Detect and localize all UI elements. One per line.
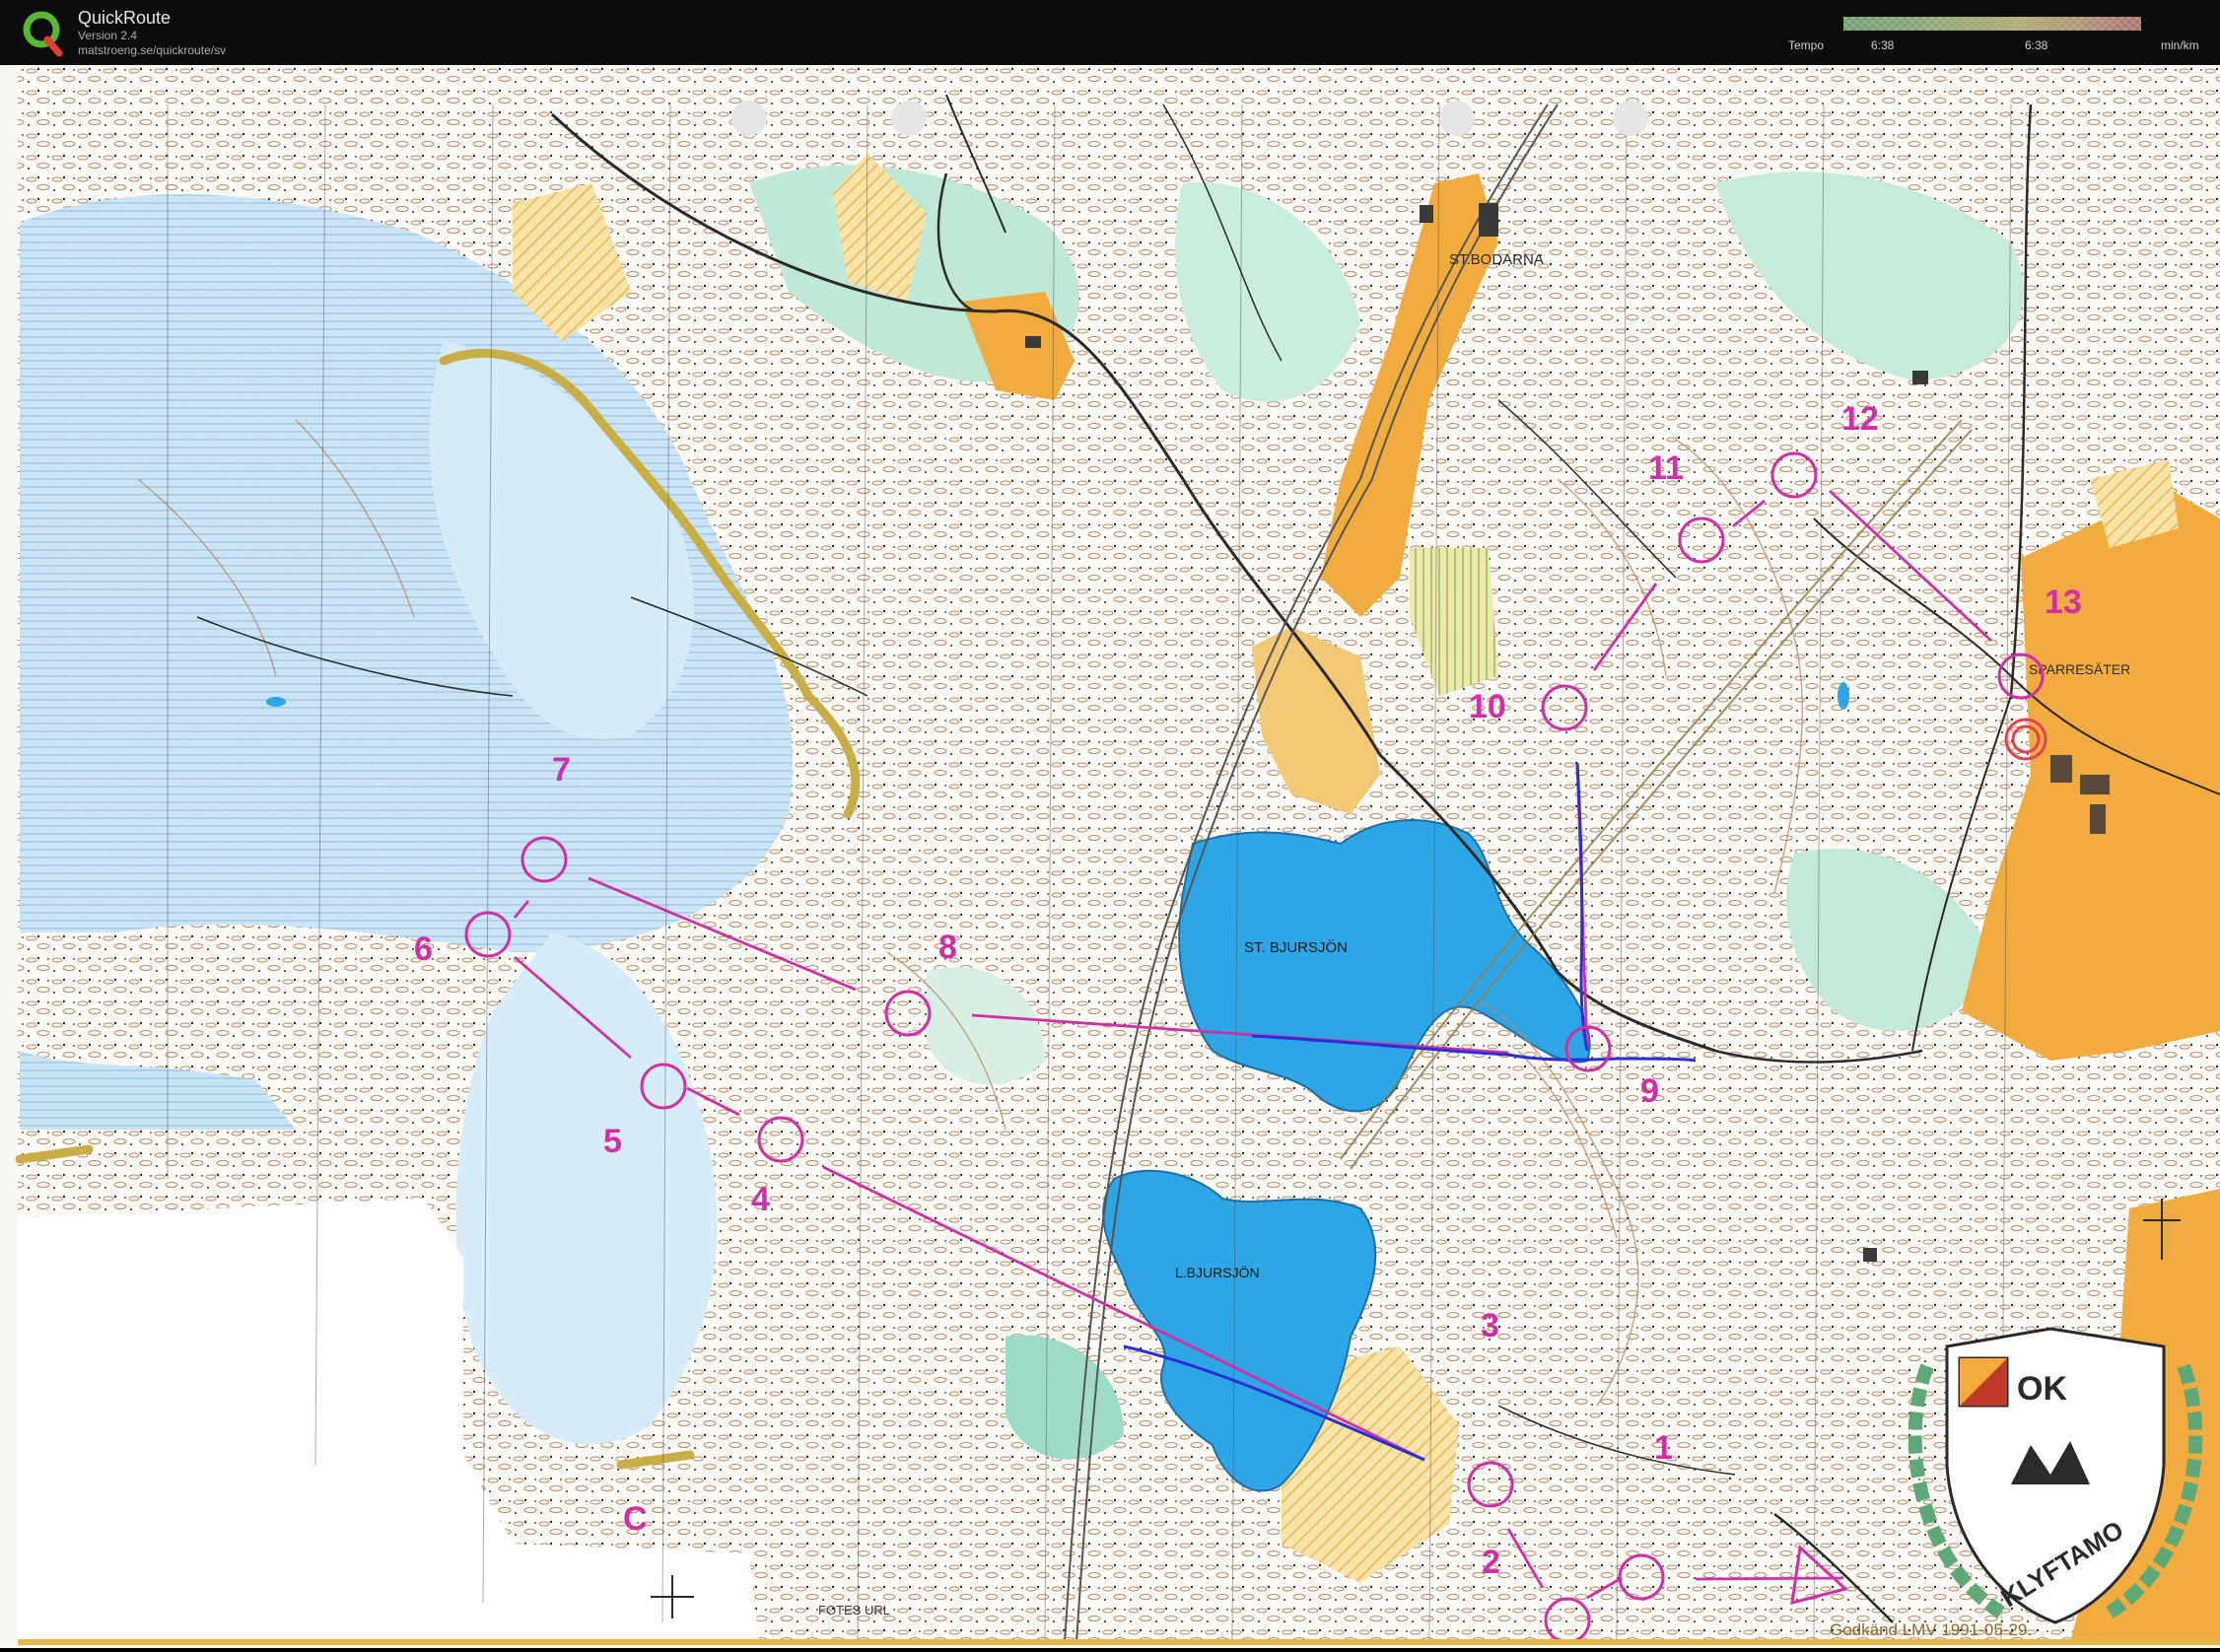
control-number-12: 12 bbox=[1841, 400, 1879, 438]
control-number-2: 2 bbox=[1482, 1544, 1500, 1581]
tempo-unit: min/km bbox=[2161, 38, 2199, 52]
label-l-bjursjon: L.BJURSJÖN bbox=[1175, 1264, 1260, 1280]
control-number-5: 5 bbox=[603, 1123, 622, 1160]
control-number-13: 13 bbox=[2045, 584, 2082, 621]
tempo-scale-right: 6:38 bbox=[2025, 38, 2048, 52]
small-pond bbox=[266, 697, 286, 707]
orienteering-map[interactable]: ST.BODARNA SPARRESÄTER ST. BJURSJÖN L.BJ… bbox=[0, 65, 2220, 1648]
control-number-1: 1 bbox=[1654, 1429, 1673, 1467]
tempo-label: Tempo bbox=[1788, 38, 1825, 52]
quickroute-logo-icon bbox=[23, 11, 63, 57]
label-sparresater: SPARRESÄTER bbox=[2029, 661, 2130, 677]
control-number-10: 10 bbox=[1469, 688, 1506, 725]
map-letter-c: C bbox=[623, 1500, 648, 1538]
map-viewport[interactable]: ST.BODARNA SPARRESÄTER ST. BJURSJÖN L.BJ… bbox=[0, 65, 2220, 1648]
app-version: Version 2.4 bbox=[78, 29, 138, 42]
club-logo: OK KLYFTAMO bbox=[1908, 1327, 2203, 1624]
control-number-6: 6 bbox=[414, 930, 433, 968]
control-number-3: 3 bbox=[1481, 1307, 1499, 1344]
club-logo-initials: OK bbox=[2017, 1370, 2067, 1408]
label-st-bjursjon: ST. BJURSJÖN bbox=[1244, 938, 1348, 956]
map-approval-text: Godkänd LMV 1991-05-29. bbox=[1830, 1620, 2032, 1639]
label-st-bodarna: ST.BODARNA bbox=[1449, 251, 1544, 268]
tempo-color-scale bbox=[1843, 17, 2141, 31]
app-url[interactable]: matstroeng.se/quickroute/sv bbox=[78, 43, 226, 57]
control-number-11: 11 bbox=[1648, 449, 1684, 487]
control-number-8: 8 bbox=[938, 929, 957, 966]
control-number-7: 7 bbox=[552, 751, 571, 789]
title-bar: QuickRoute Version 2.4 matstroeng.se/qui… bbox=[0, 0, 2220, 65]
label-fotes-url: FOTES URL bbox=[818, 1603, 890, 1618]
quickroute-window: QuickRoute Version 2.4 matstroeng.se/qui… bbox=[0, 0, 2220, 1648]
control-number-9: 9 bbox=[1640, 1072, 1659, 1110]
tempo-scale-left: 6:38 bbox=[1871, 38, 1895, 52]
small-pond bbox=[1838, 682, 1849, 710]
control-number-4: 4 bbox=[751, 1181, 770, 1218]
app-title: QuickRoute bbox=[78, 8, 172, 28]
